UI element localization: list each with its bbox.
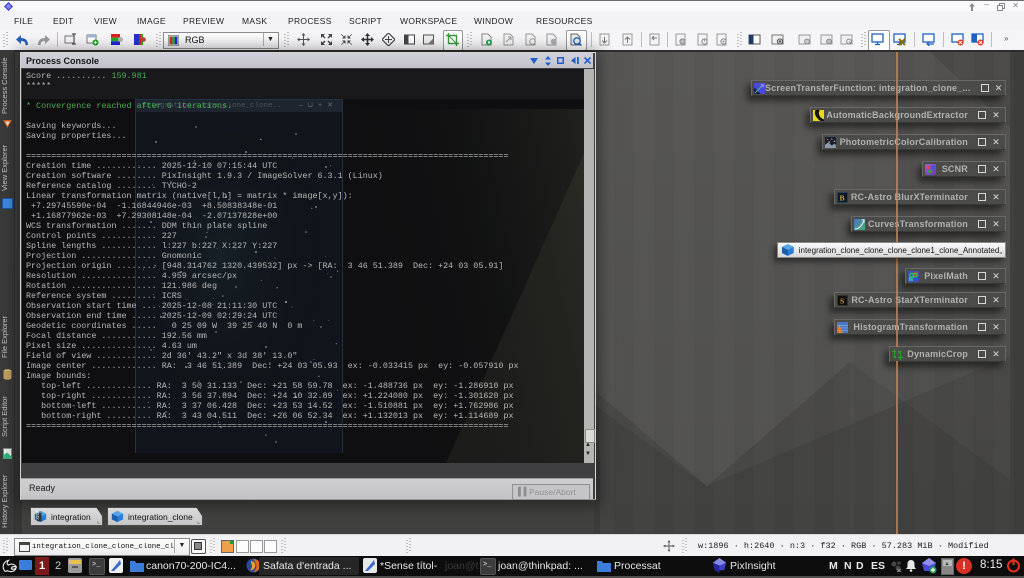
svg-text:S: S [840,296,844,305]
svg-text:B: B [840,193,845,202]
svg-text:XISF: XISF [35,510,40,520]
